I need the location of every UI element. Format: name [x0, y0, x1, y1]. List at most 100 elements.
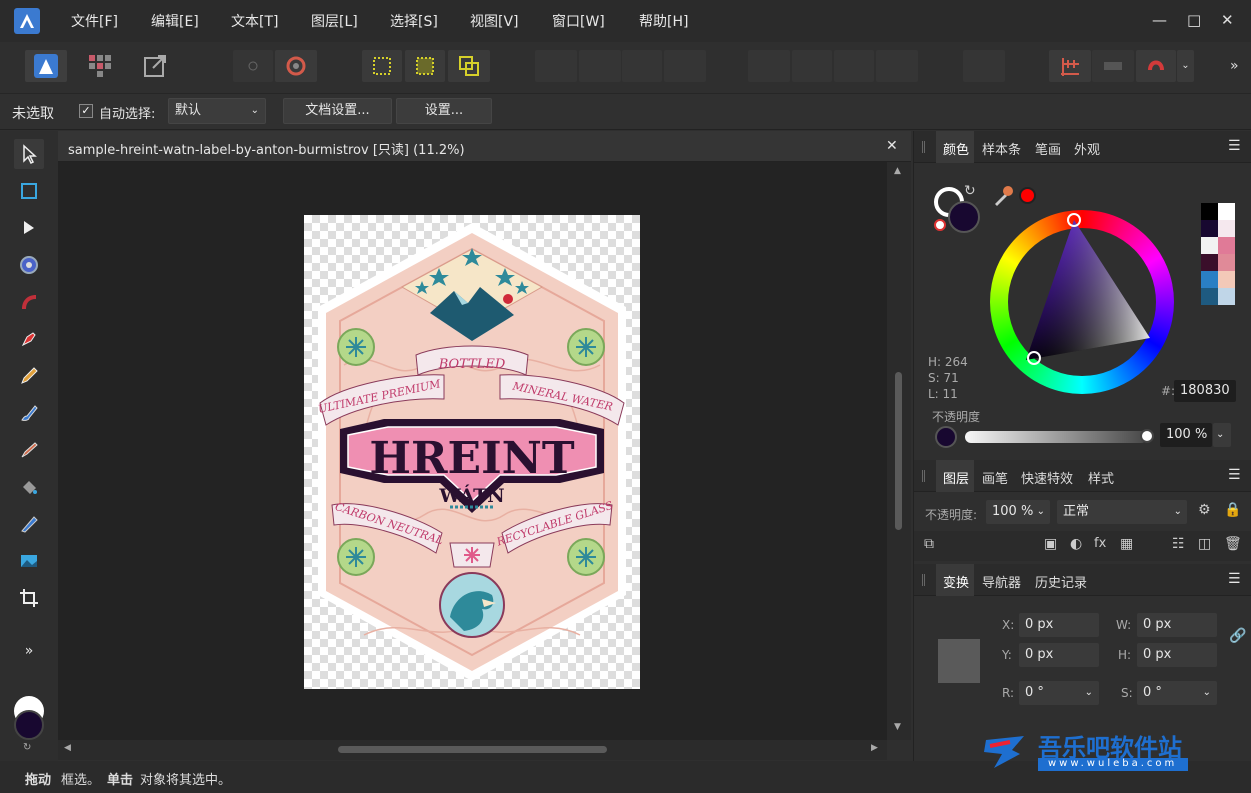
pixel-brush-tool-icon[interactable]: [14, 435, 44, 465]
swatch-6[interactable]: [1201, 254, 1218, 271]
menu-view[interactable]: 视图[V]: [470, 11, 519, 31]
document-setup-button[interactable]: 文档设置...: [283, 98, 392, 124]
artwork-label[interactable]: BOTTLED ULTIMATE PREMIUM MINERAL WATER H…: [304, 215, 640, 689]
color-wheel[interactable]: [990, 210, 1174, 394]
swatch-3[interactable]: [1218, 220, 1235, 237]
tab-brushes[interactable]: 画笔: [982, 468, 1008, 487]
mask-icon[interactable]: ▣: [1044, 536, 1057, 552]
minimize-button[interactable]: —: [1152, 11, 1167, 29]
tools-expand-icon[interactable]: »: [14, 636, 44, 666]
flip-vertical-icon[interactable]: [792, 50, 832, 82]
swatch-5[interactable]: [1218, 237, 1235, 254]
scroll-down-icon[interactable]: ▼: [894, 722, 901, 732]
snapping-grid-icon[interactable]: [1049, 50, 1091, 82]
pixel-persona-icon[interactable]: [86, 52, 114, 80]
tab-history[interactable]: 历史记录: [1035, 572, 1087, 591]
node-tool-icon[interactable]: [14, 213, 44, 243]
layer-group-icon[interactable]: ⧉: [924, 536, 934, 552]
artboard-tool-icon[interactable]: [14, 176, 44, 206]
delete-layer-icon[interactable]: 🗑: [1224, 536, 1242, 552]
tab-swatches[interactable]: 样本条: [982, 139, 1021, 158]
tab-quick-fx[interactable]: 快速特效: [1021, 468, 1073, 487]
tab-color[interactable]: 颜色: [943, 139, 969, 158]
export-persona-icon[interactable]: [141, 52, 169, 80]
swatch-8[interactable]: [1201, 271, 1218, 288]
swatch-2[interactable]: [1201, 220, 1218, 237]
tab-stroke[interactable]: 笔画: [1035, 139, 1061, 158]
menu-text[interactable]: 文本[T]: [231, 11, 278, 31]
panel-grip-icon[interactable]: [922, 574, 925, 586]
picked-color-swatch[interactable]: [1019, 187, 1036, 204]
tab-navigator[interactable]: 导航器: [982, 572, 1021, 591]
blend-mode-dropdown[interactable]: 正常 ⌄: [1057, 500, 1187, 524]
settings-gear-icon[interactable]: [275, 50, 317, 82]
swatch-9[interactable]: [1218, 271, 1235, 288]
adjustment-icon[interactable]: ◐: [1070, 536, 1082, 552]
swatch-7[interactable]: [1218, 254, 1235, 271]
group-layer-icon[interactable]: ◫: [1198, 536, 1211, 552]
menu-edit[interactable]: 编辑[E]: [151, 11, 199, 31]
panel-grip-icon[interactable]: [922, 470, 925, 482]
toolbar-overflow-icon[interactable]: »: [1230, 58, 1239, 74]
menu-file[interactable]: 文件[F]: [71, 11, 118, 31]
x-input[interactable]: 0 px: [1019, 613, 1099, 637]
auto-select-dropdown[interactable]: 默认 ⌄: [168, 98, 266, 124]
rotate-right-icon[interactable]: [876, 50, 918, 82]
link-proportions-icon[interactable]: 🔗: [1229, 628, 1246, 644]
effects-fx-icon[interactable]: fx: [1094, 536, 1106, 551]
no-color-icon[interactable]: [934, 219, 946, 231]
vector-brush-tool-icon[interactable]: [14, 398, 44, 428]
transparency-tool-icon[interactable]: [14, 509, 44, 539]
vertical-scroll-thumb[interactable]: [895, 372, 902, 530]
shear-input[interactable]: 0 ° ⌄: [1137, 681, 1217, 705]
swatch-1[interactable]: [1218, 203, 1235, 220]
snapping-dropdown-chevron-icon[interactable]: ⌄: [1177, 50, 1194, 82]
swap-colors-icon[interactable]: ↻: [23, 742, 31, 753]
hex-input[interactable]: 180830: [1174, 380, 1236, 402]
tool-color-swatches[interactable]: ↻: [12, 696, 46, 753]
app-logo-icon[interactable]: [14, 8, 40, 34]
tab-transform[interactable]: 变换: [943, 572, 969, 591]
close-window-button[interactable]: ✕: [1221, 11, 1234, 29]
view-mode-icon[interactable]: [1092, 50, 1134, 82]
invert-selection-icon[interactable]: [448, 50, 490, 82]
auto-select-checkbox[interactable]: ✓: [79, 104, 93, 118]
designer-persona-button[interactable]: [25, 50, 67, 82]
arrange-front-icon[interactable]: [664, 50, 706, 82]
opacity-slider-handle[interactable]: [1140, 429, 1154, 443]
menu-help[interactable]: 帮助[H]: [639, 11, 688, 31]
swap-icon[interactable]: ↻: [964, 183, 976, 199]
fill-color-swatch[interactable]: [14, 710, 44, 740]
align-icon[interactable]: [963, 50, 1005, 82]
magnet-snapping-icon[interactable]: [1136, 50, 1176, 82]
settings-button[interactable]: 设置...: [396, 98, 492, 124]
close-document-icon[interactable]: ✕: [886, 138, 898, 154]
point-transform-tool-icon[interactable]: [14, 287, 44, 317]
recent-swatches[interactable]: [1201, 203, 1235, 307]
swatch-0[interactable]: [1201, 203, 1218, 220]
maximize-button[interactable]: □: [1187, 11, 1201, 29]
layer-settings-gear-icon[interactable]: ⚙: [1198, 502, 1211, 518]
anchor-point-selector[interactable]: [938, 639, 980, 683]
snapping-dot-button[interactable]: [233, 50, 273, 82]
flip-horizontal-icon[interactable]: [748, 50, 790, 82]
arrange-back-icon[interactable]: [535, 50, 577, 82]
color-picker-icon[interactable]: [992, 185, 1014, 207]
corner-tool-icon[interactable]: [14, 250, 44, 280]
opacity-dropdown-icon[interactable]: ⌄: [1213, 423, 1231, 447]
select-all-icon[interactable]: [362, 50, 402, 82]
scroll-left-icon[interactable]: ◀: [64, 743, 71, 753]
place-image-tool-icon[interactable]: [14, 546, 44, 576]
select-none-icon[interactable]: [405, 50, 445, 82]
opacity-slider[interactable]: [965, 429, 1154, 443]
tab-layers[interactable]: 图层: [943, 468, 969, 487]
fill-tool-icon[interactable]: [14, 472, 44, 502]
fill-swatch[interactable]: [948, 201, 980, 233]
crop-tool-icon[interactable]: [14, 583, 44, 613]
scroll-up-icon[interactable]: ▲: [894, 166, 901, 176]
rotate-left-icon[interactable]: [834, 50, 874, 82]
layer-opacity-dropdown[interactable]: 100 % ⌄: [986, 500, 1050, 524]
y-input[interactable]: 0 px: [1019, 643, 1099, 667]
h-input[interactable]: 0 px: [1137, 643, 1217, 667]
menu-select[interactable]: 选择[S]: [390, 11, 438, 31]
